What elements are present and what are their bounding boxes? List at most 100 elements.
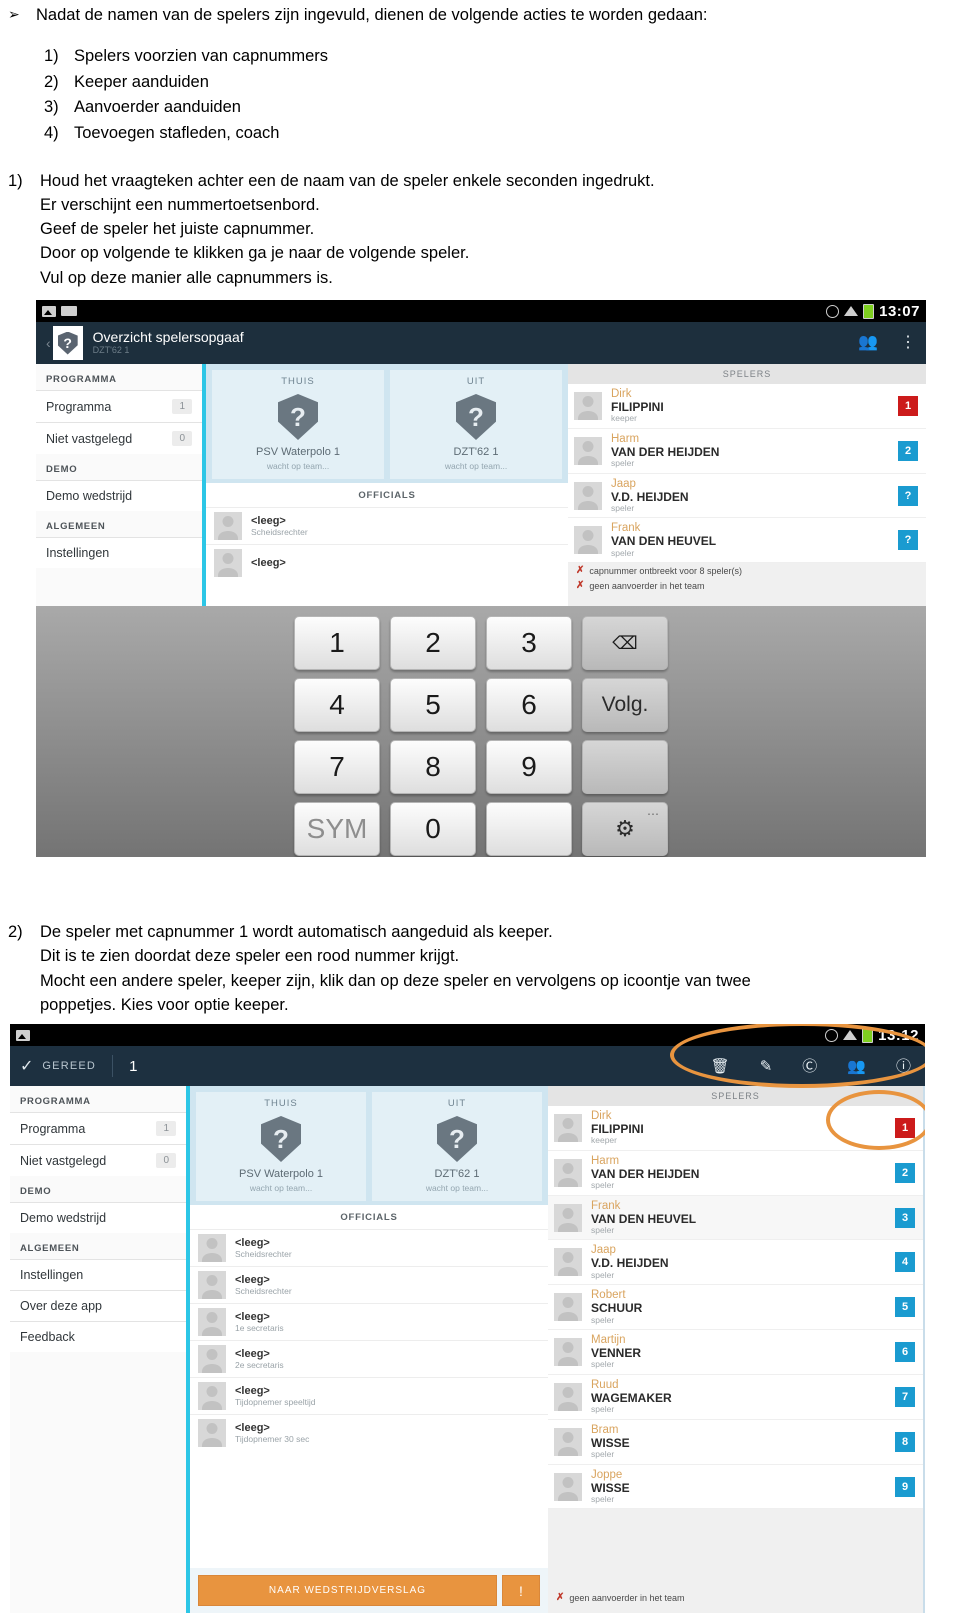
shield-question-icon: ? [57,331,78,355]
key-5[interactable]: 5 [390,678,476,732]
player-role: speler [611,502,635,513]
player-capnumber-badge[interactable]: 2 [895,1162,915,1183]
player-capnumber-badge[interactable]: 9 [895,1476,915,1497]
trash-icon[interactable]: 🗑 [711,1059,730,1074]
sidebar-item-demo-wedstrijd[interactable]: Demo wedstrijd [36,480,202,511]
sidebar-item-feedback[interactable]: Feedback [10,1321,186,1352]
player-row[interactable]: Joppe WISSE speler 9 [548,1465,923,1510]
step-2: 2) De speler met capnummer 1 wordt autom… [0,920,960,1017]
key-backspace[interactable]: ⌫ [582,616,668,670]
player-capnumber-badge[interactable]: 5 [895,1297,915,1318]
sidebar-item-demo-wedstrijd[interactable]: Demo wedstrijd [10,1202,186,1233]
official-row[interactable]: <leeg> Scheidsrechter [190,1229,548,1266]
official-role: 1e secretaris [235,1323,284,1334]
error-row: ✗ capnummer ontbreekt voor 8 speler(s) [568,563,926,578]
check-icon[interactable]: ✓ [20,1056,33,1076]
player-row[interactable]: Harm VAN DER HEIJDEN speler 2 [548,1151,923,1196]
key-2[interactable]: 2 [390,616,476,670]
key-blank-right[interactable] [582,740,668,794]
sidebar-item-programma[interactable]: Programma 1 [36,390,202,422]
key-0[interactable]: 0 [390,802,476,856]
official-row[interactable]: <leeg> [206,544,568,581]
official-row[interactable]: <leeg> Tijdopnemer 30 sec [190,1414,548,1451]
copyright-icon[interactable]: Ⓒ [802,1059,817,1074]
step-2-number: 2) [8,923,23,941]
player-capnumber-badge[interactable]: ? [898,485,918,506]
key-3[interactable]: 3 [486,616,572,670]
action-label: Toevoegen stafleden, coach [74,123,280,142]
key-blank[interactable] [486,802,572,856]
avatar [198,1345,226,1373]
action-item: 2) Keeper aanduiden [44,70,960,96]
key-4[interactable]: 4 [294,678,380,732]
key-1[interactable]: 1 [294,616,380,670]
team-card-home[interactable]: THUIS ? PSV Waterpolo 1 wacht op team... [196,1092,366,1201]
sidebar-item-over-deze-app[interactable]: Over deze app [10,1290,186,1321]
action-number: 2) [44,72,59,91]
two-people-icon[interactable]: 👥 [847,1059,866,1074]
avatar [574,481,602,510]
team-side-label: UIT [466,376,486,387]
player-capnumber-badge[interactable]: 1 [895,1117,915,1138]
player-row[interactable]: Dirk FILIPPINI keeper 1 [568,384,926,429]
player-row[interactable]: Jaap V.D. HEIJDEN speler 4 [548,1240,923,1286]
key-next[interactable]: Volg. [582,678,668,732]
sidebar-item-label: Feedback [20,1330,75,1344]
player-row[interactable]: Dirk FILIPPINI keeper 1 [548,1106,923,1151]
edit-pen-icon[interactable]: ✎ [760,1059,773,1074]
player-row[interactable]: Bram WISSE speler 8 [548,1420,923,1465]
player-row[interactable]: Martijn VENNER speler 6 [548,1330,923,1375]
official-row[interactable]: <leeg> Scheidsrechter [206,507,568,544]
key-7[interactable]: 7 [294,740,380,794]
player-capnumber-badge[interactable]: 2 [898,440,918,461]
player-capnumber-badge[interactable]: ? [898,530,918,551]
official-name: <leeg> [251,514,286,527]
key-sym[interactable]: SYM [294,802,380,856]
back-chevron-icon[interactable]: ‹ [46,335,51,351]
player-row[interactable]: Ruud WAGEMAKER speler 7 [548,1375,923,1420]
overflow-menu-icon[interactable]: ⋮ [900,335,916,351]
sidebar-item-programma[interactable]: Programma 1 [10,1112,186,1144]
player-row[interactable]: Harm VAN DER HEIJDEN speler 2 [568,429,926,474]
official-row[interactable]: <leeg> 2e secretaris [190,1340,548,1377]
sidebar-item-label: Instellingen [20,1268,84,1282]
x-icon: ✗ [576,580,585,592]
player-row[interactable]: Robert SCHUUR speler 5 [548,1285,923,1331]
action-label: Aanvoerder aanduiden [74,98,241,117]
player-capnumber-badge[interactable]: 8 [895,1431,915,1452]
key-8[interactable]: 8 [390,740,476,794]
player-capnumber-badge[interactable]: 4 [895,1252,915,1273]
key-6[interactable]: 6 [486,678,572,732]
warning-icon[interactable]: ! [502,1575,540,1606]
avatar [554,1427,582,1456]
player-row[interactable]: Frank VAN DEN HEUVEL speler 3 [548,1195,923,1241]
player-row[interactable]: Frank VAN DEN HEUVEL speler ? [568,518,926,564]
step-1-line: Door op volgende te klikken ga je naar d… [40,244,470,263]
player-capnumber-badge[interactable]: 7 [895,1386,915,1407]
official-row[interactable]: <leeg> 1e secretaris [190,1303,548,1340]
add-people-icon[interactable]: 👥 [858,335,878,351]
sidebar-item-niet-vastgelegd[interactable]: Niet vastgelegd 0 [10,1144,186,1176]
naar-wedstrijdverslag-button[interactable]: NAAR WEDSTRIJDVERSLAG [198,1575,497,1606]
key-9[interactable]: 9 [486,740,572,794]
action-item: 1) Spelers voorzien van capnummers [44,44,960,70]
team-card-away[interactable]: UIT ? DZT'62 1 wacht op team... [372,1092,542,1201]
team-card-away[interactable]: UIT ? DZT'62 1 wacht op team... [390,370,562,479]
info-icon[interactable]: ⓘ [896,1059,911,1074]
team-card-home[interactable]: THUIS ? PSV Waterpolo 1 wacht op team... [212,370,384,479]
sidebar-item-label: Programma [20,1121,86,1136]
official-row[interactable]: <leeg> Tijdopnemer speeltijd [190,1377,548,1414]
sidebar-item-instellingen[interactable]: Instellingen [36,537,202,568]
step-2-body: De speler met capnummer 1 wordt automati… [40,920,960,1017]
player-capnumber-badge[interactable]: 3 [895,1207,915,1228]
player-row[interactable]: Jaap V.D. HEIJDEN speler ? [568,474,926,519]
player-capnumber-badge[interactable]: 1 [898,395,918,416]
shield-question-icon: ? [278,394,318,440]
sidebar-item-niet-vastgelegd[interactable]: Niet vastgelegd 0 [36,422,202,454]
bullet-arrow-icon: ➢ [8,6,20,22]
player-capnumber-badge[interactable]: 6 [895,1342,915,1363]
sidebar-item-instellingen[interactable]: Instellingen [10,1259,186,1290]
officials-header: OFFICIALS [340,1212,398,1223]
official-row[interactable]: <leeg> Scheidsrechter [190,1266,548,1303]
key-settings[interactable]: ⋯ ⚙ [582,802,668,856]
